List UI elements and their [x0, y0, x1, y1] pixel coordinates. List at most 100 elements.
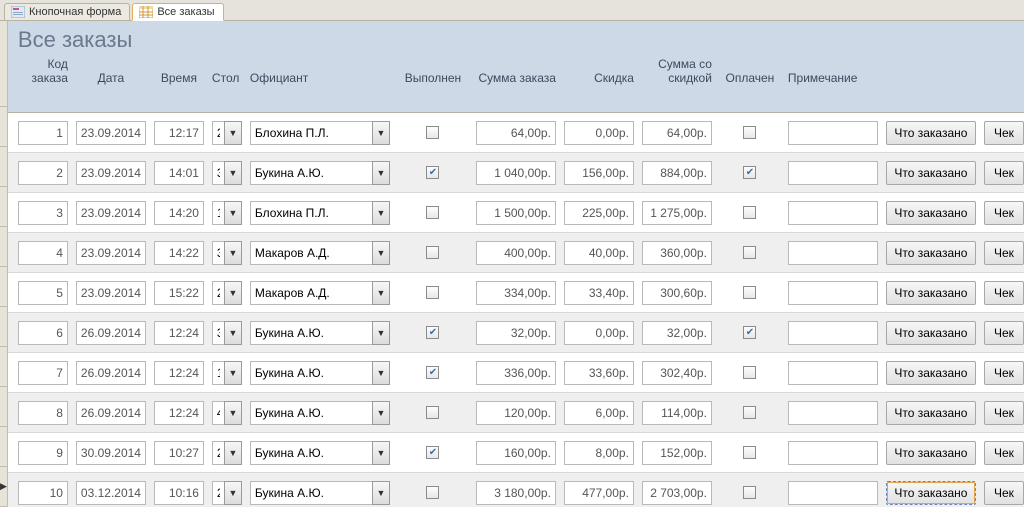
note-field[interactable]: [788, 361, 878, 385]
sum-field[interactable]: [476, 281, 556, 305]
record-selector[interactable]: [0, 427, 7, 467]
sum-field[interactable]: [476, 321, 556, 345]
waiter-combo[interactable]: ▼: [250, 321, 390, 345]
order-date-field[interactable]: [76, 441, 146, 465]
order-time-field[interactable]: [154, 121, 204, 145]
note-field[interactable]: [788, 121, 878, 145]
waiter-input[interactable]: [250, 121, 372, 145]
record-selector[interactable]: [0, 347, 7, 387]
note-field[interactable]: [788, 281, 878, 305]
waiter-combo[interactable]: ▼: [250, 401, 390, 425]
sum-field[interactable]: [476, 241, 556, 265]
chevron-down-icon[interactable]: ▼: [372, 441, 390, 465]
note-field[interactable]: [788, 481, 878, 505]
paid-checkbox[interactable]: [743, 126, 756, 139]
order-id-field[interactable]: [18, 201, 68, 225]
done-checkbox[interactable]: [426, 246, 439, 259]
what-ordered-button[interactable]: Что заказано: [886, 121, 976, 145]
table-input[interactable]: [212, 281, 224, 305]
table-input[interactable]: [212, 481, 224, 505]
table-combo[interactable]: ▼: [212, 401, 242, 425]
order-date-field[interactable]: [76, 401, 146, 425]
note-field[interactable]: [788, 441, 878, 465]
tab-button-form[interactable]: Кнопочная форма: [4, 3, 130, 20]
paid-checkbox[interactable]: [743, 486, 756, 499]
discount-field[interactable]: [564, 201, 634, 225]
table-input[interactable]: [212, 201, 224, 225]
receipt-button[interactable]: Чек: [984, 201, 1024, 225]
done-checkbox[interactable]: [426, 486, 439, 499]
chevron-down-icon[interactable]: ▼: [224, 121, 242, 145]
what-ordered-button[interactable]: Что заказано: [886, 201, 976, 225]
sum-field[interactable]: [476, 361, 556, 385]
discount-field[interactable]: [564, 361, 634, 385]
table-combo[interactable]: ▼: [212, 481, 242, 505]
record-selector[interactable]: [0, 107, 7, 147]
discount-field[interactable]: [564, 321, 634, 345]
table-input[interactable]: [212, 361, 224, 385]
receipt-button[interactable]: Чек: [984, 161, 1024, 185]
chevron-down-icon[interactable]: ▼: [372, 121, 390, 145]
table-combo[interactable]: ▼: [212, 321, 242, 345]
table-input[interactable]: [212, 401, 224, 425]
waiter-combo[interactable]: ▼: [250, 361, 390, 385]
sum-field[interactable]: [476, 441, 556, 465]
paid-checkbox[interactable]: ✔: [743, 166, 756, 179]
order-id-field[interactable]: [18, 121, 68, 145]
what-ordered-button[interactable]: Что заказано: [886, 281, 976, 305]
order-time-field[interactable]: [154, 361, 204, 385]
waiter-combo[interactable]: ▼: [250, 121, 390, 145]
order-id-field[interactable]: [18, 361, 68, 385]
table-input[interactable]: [212, 121, 224, 145]
receipt-button[interactable]: Чек: [984, 121, 1024, 145]
sum-with-discount-field[interactable]: [642, 401, 712, 425]
receipt-button[interactable]: Чек: [984, 481, 1024, 505]
done-checkbox[interactable]: [426, 406, 439, 419]
paid-checkbox[interactable]: [743, 366, 756, 379]
sum-field[interactable]: [476, 121, 556, 145]
sum-field[interactable]: [476, 161, 556, 185]
discount-field[interactable]: [564, 121, 634, 145]
chevron-down-icon[interactable]: ▼: [224, 401, 242, 425]
paid-checkbox[interactable]: ✔: [743, 326, 756, 339]
chevron-down-icon[interactable]: ▼: [372, 361, 390, 385]
sum-with-discount-field[interactable]: [642, 441, 712, 465]
chevron-down-icon[interactable]: ▼: [372, 201, 390, 225]
chevron-down-icon[interactable]: ▼: [224, 361, 242, 385]
order-date-field[interactable]: [76, 161, 146, 185]
order-time-field[interactable]: [154, 281, 204, 305]
order-id-field[interactable]: [18, 161, 68, 185]
order-id-field[interactable]: [18, 321, 68, 345]
chevron-down-icon[interactable]: ▼: [224, 241, 242, 265]
order-time-field[interactable]: [154, 441, 204, 465]
chevron-down-icon[interactable]: ▼: [224, 321, 242, 345]
sum-with-discount-field[interactable]: [642, 241, 712, 265]
order-time-field[interactable]: [154, 481, 204, 505]
record-selector[interactable]: [0, 387, 7, 427]
done-checkbox[interactable]: ✔: [426, 446, 439, 459]
chevron-down-icon[interactable]: ▼: [224, 441, 242, 465]
sum-with-discount-field[interactable]: [642, 321, 712, 345]
discount-field[interactable]: [564, 241, 634, 265]
waiter-combo[interactable]: ▼: [250, 281, 390, 305]
sum-with-discount-field[interactable]: [642, 361, 712, 385]
sum-with-discount-field[interactable]: [642, 121, 712, 145]
waiter-input[interactable]: [250, 281, 372, 305]
record-selector[interactable]: [0, 227, 7, 267]
record-selector[interactable]: [0, 267, 7, 307]
table-combo[interactable]: ▼: [212, 121, 242, 145]
done-checkbox[interactable]: [426, 126, 439, 139]
tab-all-orders[interactable]: Все заказы: [132, 3, 223, 21]
done-checkbox[interactable]: ✔: [426, 166, 439, 179]
paid-checkbox[interactable]: [743, 406, 756, 419]
what-ordered-button[interactable]: Что заказано: [886, 361, 976, 385]
chevron-down-icon[interactable]: ▼: [372, 281, 390, 305]
waiter-combo[interactable]: ▼: [250, 161, 390, 185]
order-id-field[interactable]: [18, 281, 68, 305]
table-combo[interactable]: ▼: [212, 201, 242, 225]
waiter-input[interactable]: [250, 441, 372, 465]
record-selector[interactable]: [0, 467, 7, 507]
table-combo[interactable]: ▼: [212, 281, 242, 305]
record-selector[interactable]: [0, 187, 7, 227]
note-field[interactable]: [788, 201, 878, 225]
